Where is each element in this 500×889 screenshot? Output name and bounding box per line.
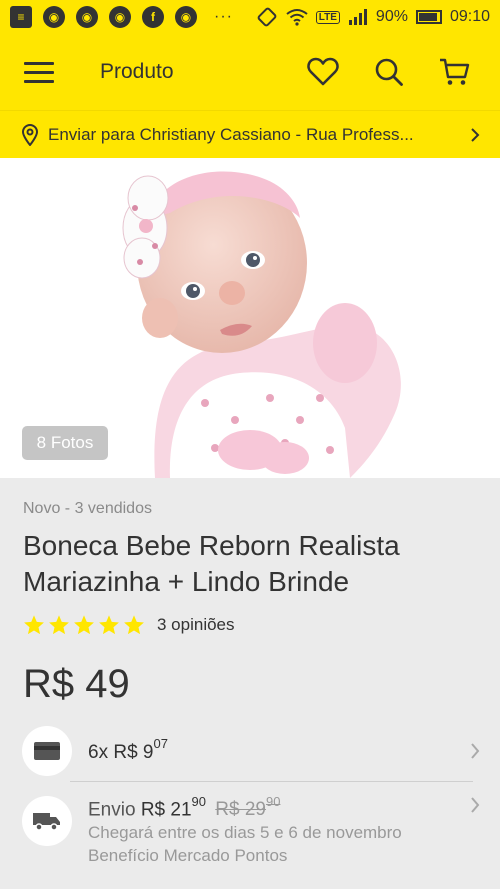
product-title: Boneca Bebe Reborn Realista Mariazinha +… — [23, 530, 400, 597]
battery-icon — [415, 10, 442, 24]
shipping-row[interactable]: Envio R$ 2190 R$ 2990 Chegará entre os d… — [22, 794, 482, 867]
rating[interactable]: 3 opiniões — [23, 614, 235, 636]
star-icon — [124, 615, 144, 635]
header-actions — [296, 45, 500, 99]
cart-button[interactable] — [428, 45, 482, 99]
product-gallery[interactable]: 8 Fotos — [0, 158, 500, 478]
rotate-icon — [257, 7, 277, 27]
old-shipping-price: R$ 2990 — [215, 794, 281, 821]
address-text: Enviar para Christiany Cassiano - Rua Pr… — [48, 124, 414, 144]
chevron-right-icon — [471, 743, 480, 759]
search-button[interactable] — [362, 45, 416, 99]
battery-percent: 90% — [375, 8, 408, 25]
shipping-benefit: Benefício Mercado Pontos — [88, 846, 288, 866]
news-icon: ≡ — [10, 6, 32, 28]
chrome-icon: ◉ — [76, 6, 98, 28]
lte-icon: LTE — [315, 10, 340, 24]
reviews-count: 3 opiniões — [157, 615, 235, 634]
rating-stars — [23, 614, 145, 636]
page-title: Produto — [100, 60, 174, 83]
search-icon — [375, 58, 403, 86]
chevron-right-icon — [471, 797, 480, 813]
shipping-arrival: Chegará entre os dias 5 e 6 de novembro — [88, 823, 402, 843]
menu-button[interactable] — [0, 34, 78, 110]
installments-row[interactable]: 6x R$ 907 — [22, 726, 482, 776]
chrome-icon: ◉ — [109, 6, 131, 28]
hamburger-icon — [24, 62, 54, 83]
star-icon — [99, 615, 119, 635]
heart-icon — [307, 57, 339, 86]
notification-icons: ≡ ◉ ◉ ◉ f ◉ ··· — [10, 6, 233, 28]
shipping-price: Envio R$ 2190 R$ 2990 — [88, 794, 281, 821]
clock: 09:10 — [449, 8, 490, 25]
wifi-icon — [286, 9, 308, 26]
product-condition: Novo - 3 vendidos — [23, 500, 152, 517]
facebook-icon: f — [142, 6, 164, 28]
shipping-address-bar[interactable]: Enviar para Christiany Cassiano - Rua Pr… — [0, 110, 500, 158]
card-icon-circle — [22, 726, 72, 776]
star-icon — [74, 615, 94, 635]
product-details: Novo - 3 vendidos Boneca Bebe Reborn Rea… — [0, 478, 500, 889]
installments-text: 6x R$ 907 — [88, 736, 168, 763]
system-status: LTE 90% 09:10 — [256, 7, 490, 27]
truck-icon-circle — [22, 796, 72, 846]
star-icon — [49, 615, 69, 635]
truck-icon — [33, 813, 60, 831]
product-price: R$ 49 — [23, 662, 130, 706]
more-notifications-icon: ··· — [214, 8, 233, 25]
divider — [70, 781, 473, 782]
credit-card-icon — [34, 742, 60, 760]
star-icon — [24, 615, 44, 635]
cart-icon — [440, 58, 470, 85]
chrome-icon: ◉ — [175, 6, 197, 28]
app-header: Produto — [0, 34, 500, 110]
chevron-right-icon — [471, 127, 480, 142]
chrome-icon: ◉ — [43, 6, 65, 28]
signal-icon — [348, 9, 367, 25]
status-bar: ≡ ◉ ◉ ◉ f ◉ ··· LTE 90% 09:10 — [0, 0, 500, 34]
favorites-button[interactable] — [296, 45, 350, 99]
location-pin-icon — [22, 123, 38, 146]
photo-count-badge[interactable]: 8 Fotos — [22, 426, 108, 460]
